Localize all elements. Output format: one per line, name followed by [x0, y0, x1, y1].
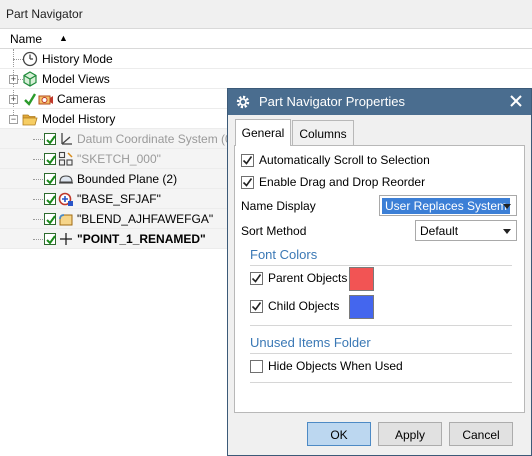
- font-colors-group-title: Font Colors: [250, 247, 318, 262]
- bounded-plane-icon: [59, 175, 73, 184]
- feature-checkbox[interactable]: [44, 173, 56, 185]
- group-divider: [250, 325, 512, 326]
- part-navigator-properties-dialog: Part Navigator Properties General Column…: [227, 88, 532, 456]
- tree-item-label: Datum Coordinate System (0): [77, 132, 236, 146]
- hide-objects-label: Hide Objects When Used: [268, 359, 403, 373]
- hide-objects-checkbox[interactable]: [250, 360, 263, 373]
- green-check-icon: [24, 93, 37, 106]
- ok-button[interactable]: OK: [307, 422, 371, 446]
- parent-objects-label: Parent Objects: [268, 271, 348, 285]
- feature-checkbox[interactable]: [44, 233, 56, 245]
- tree-item-label: Model Views: [42, 72, 110, 86]
- tree-line: [33, 219, 43, 220]
- child-color-swatch[interactable]: [349, 295, 374, 319]
- model-views-cube-icon: [23, 71, 37, 87]
- parent-color-swatch[interactable]: [349, 267, 374, 291]
- auto-scroll-label: Automatically Scroll to Selection: [259, 153, 430, 167]
- gear-icon: [236, 95, 250, 109]
- apply-button[interactable]: Apply: [378, 422, 442, 446]
- tree-row-model-views[interactable]: + Model Views: [0, 69, 532, 89]
- dialog-title: Part Navigator Properties: [259, 94, 405, 109]
- tree-item-label: Bounded Plane (2): [77, 172, 178, 186]
- sketch-icon: [58, 151, 73, 166]
- tree-item-label: "POINT_1_RENAMED": [77, 232, 206, 246]
- open-folder-icon: [22, 114, 38, 126]
- child-objects-label: Child Objects: [268, 299, 340, 313]
- tree-item-label: Model History: [42, 112, 116, 126]
- child-objects-checkbox[interactable]: [250, 300, 263, 313]
- tab-general[interactable]: General: [235, 119, 291, 146]
- expand-plus-icon[interactable]: +: [9, 95, 18, 104]
- feature-checkbox[interactable]: [44, 213, 56, 225]
- navigator-title: Part Navigator: [0, 0, 532, 28]
- dialog-titlebar[interactable]: Part Navigator Properties: [228, 89, 531, 115]
- group-divider: [250, 265, 512, 266]
- feature-checkbox[interactable]: [44, 193, 56, 205]
- name-display-select[interactable]: User Replaces System: [379, 195, 517, 216]
- tree-item-label: "BASE_SFJAF": [77, 192, 161, 206]
- cancel-button[interactable]: Cancel: [449, 422, 513, 446]
- datum-csys-icon: [61, 133, 72, 145]
- name-display-label: Name Display: [241, 199, 316, 213]
- camera-icon: [38, 95, 53, 105]
- collapse-minus-icon[interactable]: −: [9, 115, 18, 124]
- drag-drop-label: Enable Drag and Drop Reorder: [259, 175, 426, 189]
- unused-items-group-title: Unused Items Folder: [250, 335, 371, 350]
- tree-line: [33, 239, 43, 240]
- group-divider: [250, 382, 512, 383]
- chevron-down-icon: [503, 229, 511, 234]
- base-feature-icon: [58, 192, 73, 206]
- sort-method-select[interactable]: Default: [415, 220, 517, 241]
- column-header-name[interactable]: Name ▲: [0, 28, 532, 49]
- feature-checkbox[interactable]: [44, 153, 56, 165]
- group-divider: [250, 353, 512, 354]
- tree-line: [33, 139, 43, 140]
- drag-drop-checkbox[interactable]: [241, 176, 254, 189]
- sort-method-label: Sort Method: [241, 224, 307, 238]
- blend-icon: [59, 214, 73, 226]
- column-name-label: Name: [10, 32, 43, 46]
- name-display-value: User Replaces System: [382, 198, 511, 214]
- auto-scroll-checkbox[interactable]: [241, 154, 254, 167]
- sort-ascending-icon[interactable]: ▲: [59, 33, 68, 43]
- tab-columns[interactable]: Columns: [292, 120, 354, 145]
- tree-item-label: "BLEND_AJHFAWEFGA": [77, 212, 214, 226]
- tree-item-label: "SKETCH_000": [77, 152, 161, 166]
- parent-objects-checkbox[interactable]: [250, 272, 263, 285]
- tree-line: [33, 179, 43, 180]
- point-plus-icon: [60, 233, 72, 245]
- tree-item-label: History Mode: [42, 52, 113, 66]
- expand-plus-icon[interactable]: +: [9, 75, 18, 84]
- tree-line: [33, 199, 43, 200]
- tree-line: [33, 159, 43, 160]
- close-icon[interactable]: [509, 94, 523, 108]
- clock-icon: [22, 51, 38, 67]
- feature-checkbox[interactable]: [44, 133, 56, 145]
- tree-item-label: Cameras: [57, 92, 106, 106]
- chevron-down-icon: [503, 204, 511, 209]
- sort-method-value: Default: [420, 224, 459, 238]
- tree-row-history-mode[interactable]: History Mode: [0, 49, 532, 69]
